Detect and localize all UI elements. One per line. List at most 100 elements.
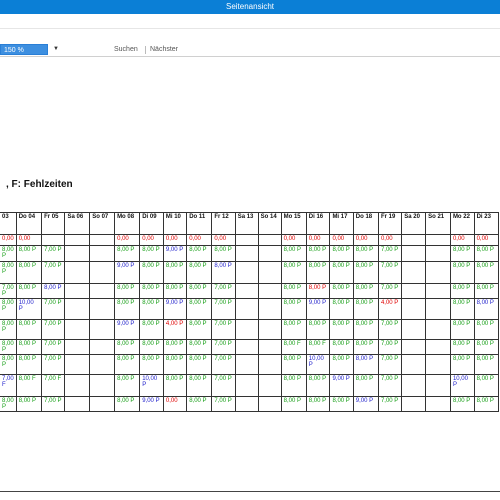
table-cell: 7,00 P (211, 283, 236, 299)
table-cell: 9,00 P (139, 396, 164, 412)
table-cell: 8,00 P (139, 283, 164, 299)
table-cell (401, 374, 427, 397)
table-cell: 8,00 P (114, 339, 141, 355)
table-row: 8,00 P 8,00 P 7,00 P 9,00 P 8,00 P 4,00 P 8,00… (0, 319, 500, 340)
table-cell: 8,00 P (15, 283, 43, 299)
table-cell: 7,00 P (211, 374, 236, 397)
column-header: Fr 05 (41, 212, 66, 235)
column-header: Di 16 (305, 212, 331, 235)
table-cell: 8,00 P (473, 245, 500, 262)
table-cell: 8,00 P (280, 245, 307, 262)
report-heading: , F: Fehlzeiten (6, 179, 73, 190)
table-cell: 8,00 P (352, 339, 379, 355)
table-cell: 0,00 (162, 396, 188, 412)
table-cell (64, 298, 91, 320)
table-cell: 8,00 P (280, 298, 307, 320)
table-cell (89, 319, 116, 340)
column-header: Sa 20 (401, 212, 427, 235)
table-cell: 8,00 P (329, 354, 354, 375)
table-cell (234, 374, 259, 397)
table-cell: 8,00 P (114, 283, 141, 299)
table-cell: 8,00 P (473, 261, 500, 284)
column-header: Di 23 (473, 212, 500, 235)
table-cell: 8,00 P (329, 261, 354, 284)
table-cell: 7,00 P (211, 339, 236, 355)
table-cell (234, 298, 259, 320)
table-cell (234, 245, 259, 262)
table-cell: 8,00 P (0, 354, 17, 375)
table-cell (89, 396, 116, 412)
table-cell (257, 354, 282, 375)
column-header: So 14 (257, 212, 282, 235)
table-row: 0,00 0,00 0,00 0,00 0,00 0,00 0,00 0,00 0,00 0,00… (0, 234, 500, 246)
table-cell: 8,00 P (162, 354, 188, 375)
table-cell: 8,00 P (186, 319, 213, 340)
table-cell: 8,00 P (280, 319, 307, 340)
table-cell: 8,00 P (0, 339, 17, 355)
table-cell: 0,00 (139, 234, 164, 246)
table-cell: 8,00 P (139, 261, 164, 284)
table-cell (234, 319, 259, 340)
table-cell: 8,00 P (449, 319, 475, 340)
column-header: Sa 13 (234, 212, 259, 235)
table-cell (425, 354, 451, 375)
table-cell: 8,00 P (473, 374, 500, 397)
table-cell: 8,00 P (186, 283, 213, 299)
table-cell (64, 396, 91, 412)
table-cell: 7,00 P (377, 396, 403, 412)
zoom-select[interactable]: 150 % (0, 44, 48, 55)
table-cell (257, 396, 282, 412)
table-cell: 8,00 P (211, 245, 236, 262)
table-cell (89, 261, 116, 284)
table-cell: 7,00 P (377, 374, 403, 397)
search-button[interactable]: Suchen (114, 44, 138, 55)
table-cell: 8,00 P (449, 339, 475, 355)
table-cell: 8,00 P (305, 245, 331, 262)
table-header-row: 03 Do 04 Fr 05 Sa 06 So 07 Mo 08 Di 09 Mi 10 Do … (0, 212, 500, 235)
table-cell (401, 396, 427, 412)
table-cell: 0,00 (211, 234, 236, 246)
table-cell: 0,00 (352, 234, 379, 246)
table-row: 8,00 P 8,00 P 7,00 P 9,00 P 8,00 P 8,00 P 8,00… (0, 261, 500, 284)
table-cell (234, 234, 259, 246)
table-row: 7,00 F 8,00 F 7,00 F 8,00 P 10,00 P 8,00 P 8,0… (0, 374, 500, 397)
table-cell: 10,00 P (449, 374, 475, 397)
table-cell: 8,00 P (449, 396, 475, 412)
table-cell: 8,00 P (352, 261, 379, 284)
table-cell: 7,00 P (377, 319, 403, 340)
table-cell (257, 339, 282, 355)
table-cell: 7,00 F (0, 374, 17, 397)
table-row: 8,00 P 8,00 P 7,00 P 8,00 P 8,00 P 9,00 P 8,00… (0, 245, 500, 262)
table-cell (64, 283, 91, 299)
table-cell: 7,00 P (41, 339, 66, 355)
next-button[interactable]: Nächster (150, 44, 178, 55)
table-cell (64, 319, 91, 340)
chevron-down-icon[interactable]: ▼ (53, 44, 59, 55)
table-cell: 8,00 P (162, 283, 188, 299)
table-cell: 8,00 P (305, 374, 331, 397)
column-header: Mo 22 (449, 212, 475, 235)
table-cell: 8,00 P (139, 245, 164, 262)
table-cell: 8,00 P (449, 283, 475, 299)
table-cell (64, 261, 91, 284)
table-cell: 8,00 P (0, 245, 17, 262)
column-header: Sa 06 (64, 212, 91, 235)
table-cell: 8,00 P (15, 261, 43, 284)
table-cell (89, 245, 116, 262)
table-cell: 7,00 P (0, 283, 17, 299)
table-cell: 9,00 P (114, 261, 141, 284)
table-cell: 0,00 (15, 234, 43, 246)
table-cell (64, 374, 91, 397)
table-cell (401, 261, 427, 284)
page-bottom-border (0, 491, 500, 492)
table-cell: 8,00 P (329, 396, 354, 412)
table-cell: 8,00 P (352, 374, 379, 397)
table-cell (257, 283, 282, 299)
table-cell: 9,00 P (162, 245, 188, 262)
table-cell: 8,00 P (114, 245, 141, 262)
table-cell: 8,00 F (15, 374, 43, 397)
toolbar-divider (0, 28, 500, 29)
table-cell: 8,00 P (114, 374, 141, 397)
table-cell (234, 354, 259, 375)
table-cell: 7,00 P (41, 319, 66, 340)
